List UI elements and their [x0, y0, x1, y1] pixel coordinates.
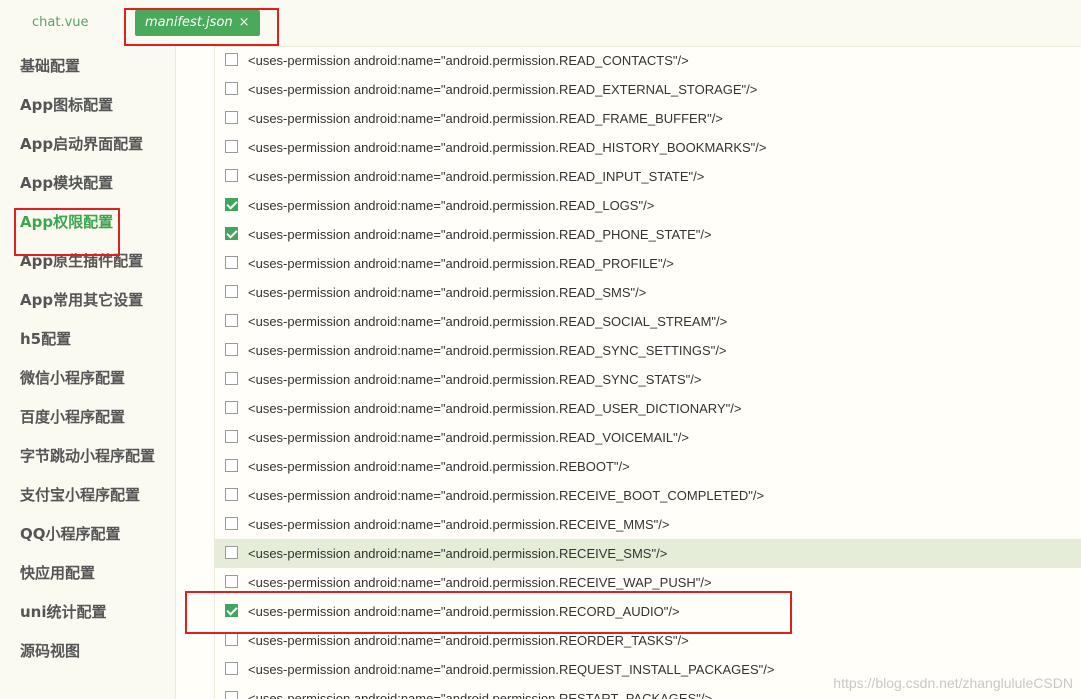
permission-label: <uses-permission android:name="android.p… — [248, 198, 655, 213]
sidebar-item[interactable]: h5配置 — [20, 328, 71, 350]
tab-label: chat.vue — [32, 15, 89, 30]
permission-label: <uses-permission android:name="android.p… — [248, 285, 647, 300]
sidebar-item[interactable]: 源码视图 — [20, 640, 80, 662]
permission-checkbox[interactable] — [225, 372, 238, 385]
permission-checkbox[interactable] — [225, 140, 238, 153]
sidebar-item[interactable]: 百度小程序配置 — [20, 406, 125, 428]
permission-checkbox[interactable] — [225, 691, 238, 699]
permission-checkbox[interactable] — [225, 575, 238, 588]
sidebar-item[interactable]: App启动界面配置 — [20, 133, 143, 155]
annotation-highlight-box — [14, 208, 120, 256]
permission-checkbox[interactable] — [225, 662, 238, 675]
permission-checkbox[interactable] — [225, 401, 238, 414]
sidebar-item[interactable]: 微信小程序配置 — [20, 367, 125, 389]
permission-label: <uses-permission android:name="android.p… — [248, 691, 713, 699]
permission-checkbox[interactable] — [225, 256, 238, 269]
permission-label: <uses-permission android:name="android.p… — [248, 372, 702, 387]
permission-row[interactable]: <uses-permission android:name="android.p… — [215, 481, 1081, 510]
sidebar-item[interactable]: 快应用配置 — [20, 562, 95, 584]
permission-checkbox[interactable] — [225, 430, 238, 443]
permission-row[interactable]: <uses-permission android:name="android.p… — [215, 336, 1081, 365]
permission-label: <uses-permission android:name="android.p… — [248, 517, 670, 532]
permission-label: <uses-permission android:name="android.p… — [248, 546, 668, 561]
permission-checkbox[interactable] — [225, 546, 238, 559]
permission-row[interactable]: <uses-permission android:name="android.p… — [215, 423, 1081, 452]
sidebar-item[interactable]: QQ小程序配置 — [20, 523, 121, 545]
permission-row[interactable]: <uses-permission android:name="android.p… — [215, 75, 1081, 104]
permission-row[interactable]: <uses-permission android:name="android.p… — [215, 249, 1081, 278]
permission-checkbox[interactable] — [225, 53, 238, 66]
permission-label: <uses-permission android:name="android.p… — [248, 343, 727, 358]
permission-row[interactable]: <uses-permission android:name="android.p… — [215, 539, 1081, 568]
sidebar-item[interactable]: 基础配置 — [20, 55, 80, 77]
sidebar-item[interactable]: 支付宝小程序配置 — [20, 484, 140, 506]
permission-label: <uses-permission android:name="android.p… — [248, 53, 689, 68]
permission-label: <uses-permission android:name="android.p… — [248, 256, 674, 271]
permission-checkbox[interactable] — [225, 227, 238, 240]
permission-label: <uses-permission android:name="android.p… — [248, 401, 742, 416]
annotation-highlight-box — [185, 591, 792, 634]
permission-row[interactable]: <uses-permission android:name="android.p… — [215, 510, 1081, 539]
permission-checkbox[interactable] — [225, 459, 238, 472]
permission-label: <uses-permission android:name="android.p… — [248, 227, 712, 242]
permission-checkbox[interactable] — [225, 488, 238, 501]
permission-row[interactable]: <uses-permission android:name="android.p… — [215, 133, 1081, 162]
permission-row[interactable]: <uses-permission android:name="android.p… — [215, 452, 1081, 481]
permission-label: <uses-permission android:name="android.p… — [248, 169, 705, 184]
permission-row[interactable]: <uses-permission android:name="android.p… — [215, 104, 1081, 133]
permission-checkbox[interactable] — [225, 343, 238, 356]
permission-label: <uses-permission android:name="android.p… — [248, 111, 723, 126]
sidebar-item[interactable]: 字节跳动小程序配置 — [20, 445, 155, 467]
watermark: https://blog.csdn.net/zhanglululeCSDN — [833, 675, 1073, 691]
permission-checkbox[interactable] — [225, 285, 238, 298]
sidebar-item[interactable]: App常用其它设置 — [20, 289, 143, 311]
permission-checkbox[interactable] — [225, 517, 238, 530]
permission-checkbox[interactable] — [225, 198, 238, 211]
permission-row[interactable]: <uses-permission android:name="android.p… — [215, 307, 1081, 336]
permission-checkbox[interactable] — [225, 82, 238, 95]
permission-label: <uses-permission android:name="android.p… — [248, 314, 728, 329]
tab-chat-vue[interactable]: chat.vue — [32, 10, 89, 36]
permission-label: <uses-permission android:name="android.p… — [248, 82, 758, 97]
permission-row[interactable]: <uses-permission android:name="android.p… — [215, 278, 1081, 307]
permission-row[interactable]: <uses-permission android:name="android.p… — [215, 191, 1081, 220]
config-sidebar: 基础配置 App图标配置 App启动界面配置 App模块配置 App权限配置 App原生插… — [0, 46, 176, 699]
permission-checkbox[interactable] — [225, 169, 238, 182]
sidebar-item[interactable]: uni统计配置 — [20, 601, 107, 623]
permission-label: <uses-permission android:name="android.p… — [248, 459, 630, 474]
permission-checkbox[interactable] — [225, 314, 238, 327]
sidebar-item[interactable]: App模块配置 — [20, 172, 113, 194]
annotation-highlight-box — [124, 8, 279, 46]
permission-checkbox[interactable] — [225, 633, 238, 646]
permission-label: <uses-permission android:name="android.p… — [248, 140, 767, 155]
permission-label: <uses-permission android:name="android.p… — [248, 430, 689, 445]
permission-checkbox[interactable] — [225, 111, 238, 124]
permission-row[interactable]: <uses-permission android:name="android.p… — [215, 365, 1081, 394]
permission-label: <uses-permission android:name="android.p… — [248, 488, 765, 503]
permission-row[interactable]: <uses-permission android:name="android.p… — [215, 394, 1081, 423]
permission-label: <uses-permission android:name="android.p… — [248, 662, 775, 677]
permission-row[interactable]: <uses-permission android:name="android.p… — [215, 46, 1081, 75]
permission-row[interactable]: <uses-permission android:name="android.p… — [215, 220, 1081, 249]
permission-row[interactable]: <uses-permission android:name="android.p… — [215, 162, 1081, 191]
sidebar-item[interactable]: App图标配置 — [20, 94, 113, 116]
